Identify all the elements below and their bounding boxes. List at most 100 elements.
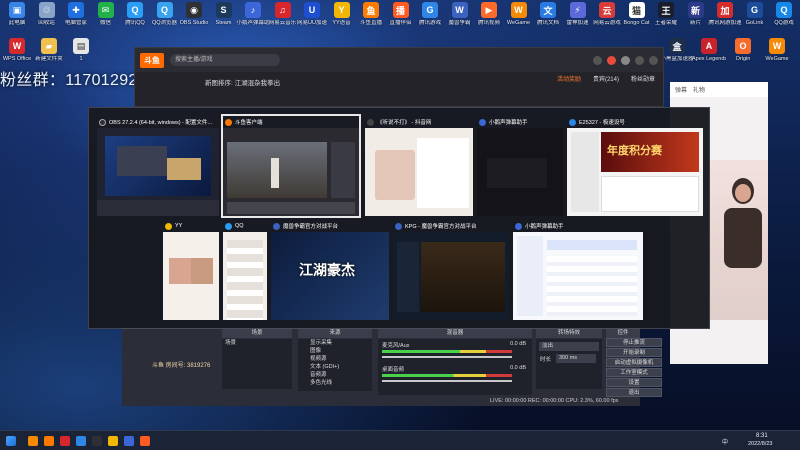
desktop-volume-slider[interactable] [382, 380, 512, 382]
source-item[interactable]: 视频源 [298, 355, 372, 363]
desktop-icon[interactable]: W WeGame [760, 38, 794, 70]
taskbar-app-icon[interactable] [44, 436, 54, 446]
app-icon: ◉ [186, 2, 202, 18]
fan-group-text: 粉丝群：1170129251 [0, 72, 156, 89]
close-icon[interactable] [649, 55, 658, 65]
desktop-icon[interactable]: O Origin [726, 38, 760, 70]
app-icon: Q [776, 2, 792, 18]
switcher-thumb-douyu[interactable]: 斗鱼客户端 [221, 114, 361, 218]
switcher-thumb-e25327[interactable]: E25327 - 极速设号 年度积分赛 [567, 116, 703, 216]
taskbar-app-icon[interactable] [140, 436, 150, 446]
app-icon: 盒 [669, 38, 685, 54]
thumb-title: YY [175, 223, 183, 229]
body-shape [724, 208, 762, 268]
settings-button[interactable]: 设置 [606, 378, 662, 387]
stop-stream-button[interactable]: 停止推流 [606, 338, 662, 347]
annual-banner-text: 年度积分赛 [607, 145, 662, 157]
switcher-thumb-warcraft[interactable]: 魔兽争霸官方对战平台 江湖豪杰 [271, 220, 389, 320]
source-item[interactable]: 文本 (GDI+) [298, 363, 372, 371]
app-icon [569, 118, 576, 126]
duration-label: 时长 [540, 357, 552, 363]
source-item[interactable]: 多色光线 [298, 379, 372, 387]
app-icon: U [304, 2, 320, 18]
tab-activity[interactable]: 活动奖励 [557, 74, 581, 83]
app-icon: Y [333, 2, 350, 18]
obs-status-bar: LIVE: 00:00:00 REC: 00:00:00 CPU: 2.3%, … [490, 398, 619, 404]
switcher-thumb-xiaoe-2[interactable]: 小鹅声弹幕助手 [513, 220, 643, 320]
avatar[interactable] [621, 55, 630, 65]
taskbar-app-icon[interactable] [28, 436, 38, 446]
exit-button[interactable]: 退出 [606, 388, 662, 397]
douyu-icon [225, 118, 232, 126]
app-icon: Q [127, 2, 143, 18]
thumb-title: 小鹅声弹幕助手 [489, 120, 528, 126]
app-icon: W [451, 2, 468, 18]
desktop-icon-label: WPS Office [2, 56, 32, 62]
source-item[interactable]: 音频源 [298, 371, 372, 379]
app-icon: 加 [717, 2, 733, 18]
switcher-thumb-xiaoe[interactable]: 小鹅声弹幕助手 [477, 116, 563, 216]
start-menu-icon[interactable] [6, 436, 16, 446]
source-item[interactable]: 图像 [298, 347, 372, 355]
desktop-icon-label: 新建文件夹 [35, 56, 63, 62]
tab-gifts[interactable]: 礼物 [693, 85, 705, 94]
thumb-title: 魔兽争霸官方对战平台 [283, 224, 339, 230]
scenes-list: 场景 [222, 339, 292, 389]
douyu-search-input[interactable]: 搜索主播/游戏 [170, 54, 280, 66]
switcher-thumb-kpg[interactable]: KPG - 魔兽争霸官方对战平台 [393, 220, 509, 320]
app-icon: ▣ [9, 2, 25, 18]
clock-date[interactable]: 2022/8/23 [748, 441, 772, 447]
desktop-icon[interactable]: A Apex Legends [692, 38, 726, 70]
tab-fans[interactable]: 粉丝勋章 [631, 74, 655, 83]
douyu-logo[interactable]: 斗鱼 [140, 52, 164, 68]
thumb-title: 小鹅声弹幕助手 [525, 224, 564, 230]
scene-item[interactable]: 场景 [222, 339, 292, 347]
taskbar-app-icon[interactable] [124, 436, 134, 446]
app-icon: 鱼 [363, 2, 379, 18]
mixer-desktop-db: 0.0 dB [510, 365, 526, 371]
thumb-title: KPG - 魔兽争霸官方对战平台 [405, 224, 477, 230]
desktop-icon-label: 小黑盒加速器 [660, 56, 694, 62]
game-title-art: 江湖豪杰 [299, 262, 355, 278]
duration-input[interactable]: 300 ms [556, 354, 596, 363]
douyu-rank-status: 新图排序: 江湖混杂我拳出 [205, 80, 281, 87]
app-icon: ✉ [97, 2, 114, 18]
virtual-camera-button[interactable]: 启动虚拟摄像机 [606, 358, 662, 367]
app-icon: ▰ [41, 38, 57, 54]
browser-icon [367, 118, 374, 126]
desktop-level-meter [382, 374, 512, 377]
clock-time[interactable]: 8:31 [756, 433, 768, 439]
tab-vip[interactable]: 贵宾(214) [593, 74, 619, 83]
message-icon[interactable] [607, 55, 616, 65]
tab-danmu[interactable]: 弹幕 [675, 85, 687, 94]
start-record-button[interactable]: 开始录制 [606, 348, 662, 357]
ime-indicator[interactable]: 中 [722, 437, 728, 446]
desktop-icon-row: ▣ 此电脑 ♲ 回收站 ✚ 电脑管家 ✉ 微信 Q 腾讯QQ Q QQ浏览器 ◉ OBS Studio S S… [0, 2, 800, 34]
studio-mode-button[interactable]: 工作室模式 [606, 368, 662, 377]
app-icon: A [701, 38, 717, 54]
switcher-thumb-obs[interactable]: OBS 27.2.4 (64-bit, windows) - 配置文件... [97, 116, 219, 216]
mic-volume-slider[interactable] [382, 356, 512, 358]
transition-select[interactable]: 淡出 [539, 342, 599, 351]
history-icon[interactable] [593, 55, 602, 65]
taskbar-app-icon[interactable] [60, 436, 70, 446]
app-icon: W [9, 38, 25, 54]
app-icon: ✚ [68, 2, 84, 18]
app-icon: 新 [687, 2, 704, 18]
switcher-thumb-yy[interactable]: YY [163, 220, 219, 320]
app-icon: S [215, 2, 232, 18]
switcher-thumb-qq[interactable]: QQ [223, 220, 267, 320]
taskbar-app-icon[interactable] [76, 436, 86, 446]
taskbar-app-icon[interactable] [108, 436, 118, 446]
obs-icon [99, 118, 106, 126]
kpg-icon [395, 222, 402, 230]
mixer-header: 混音器 [378, 329, 532, 338]
desktop-icon[interactable]: 盒小黑盒加速器 [660, 38, 694, 70]
desktop-icon[interactable]: Q QQ游戏 [767, 2, 800, 34]
switcher-thumb-browser[interactable]: 《听说不打》 - 抖音网 [365, 116, 473, 216]
douyu-client-window[interactable]: 斗鱼 搜索主播/游戏 新图排序: 江湖混杂我拳出 活动奖励 贵宾(214) 粉丝… [134, 47, 664, 107]
source-item[interactable]: 显示采集 [298, 339, 372, 347]
warcraft-icon [273, 222, 280, 230]
minimize-icon[interactable] [635, 55, 644, 65]
taskbar-app-icon[interactable] [92, 436, 102, 446]
